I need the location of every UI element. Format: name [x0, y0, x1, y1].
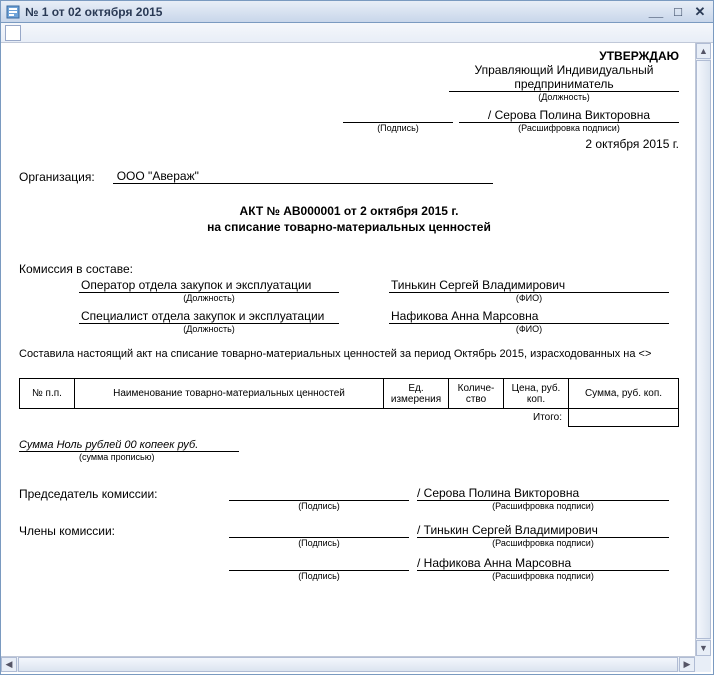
sign-name: / Тинькин Сергей Владимирович	[417, 523, 669, 538]
sign-labels: (Подпись) (Расшифровка подписи)	[19, 501, 679, 511]
th-qty: Количе-ство	[449, 379, 504, 409]
organization-row: Организация: ООО "Авераж"	[19, 169, 679, 184]
app-icon	[5, 4, 21, 20]
table-total-row: Итого:	[20, 409, 679, 427]
total-value	[569, 409, 679, 427]
sign-label: (Подпись)	[229, 501, 409, 511]
commission-member-row: Оператор отдела закупок и эксплуатации Т…	[19, 278, 679, 293]
role-label: (Должность)	[79, 293, 339, 303]
member-role: Оператор отдела закупок и эксплуатации	[79, 278, 339, 293]
vertical-scrollbar[interactable]: ▲ ▼	[695, 43, 711, 656]
scroll-up-icon[interactable]: ▲	[696, 43, 711, 59]
chairman-label: Председатель комиссии:	[19, 487, 189, 501]
commission-member-labels: (Должность) (ФИО)	[19, 324, 679, 334]
sum-words-row: Сумма Ноль рублей 00 копеек руб.	[19, 437, 679, 452]
sign-name: / Серова Полина Викторовна	[417, 486, 669, 501]
sign-label: (Подпись)	[229, 571, 409, 581]
table-header-row: № п.п. Наименование товарно-материальных…	[20, 379, 679, 409]
name-label: (Расшифровка подписи)	[417, 538, 669, 548]
th-sum: Сумма, руб. коп.	[569, 379, 679, 409]
member-name: Нафикова Анна Марсовна	[389, 309, 669, 324]
scroll-thumb-h[interactable]	[18, 657, 678, 672]
body-text: Составила настоящий акт на списание това…	[19, 348, 679, 360]
act-title: АКТ № АВ000001 от 2 октября 2015 г.	[19, 204, 679, 218]
member-role: Специалист отдела закупок и эксплуатации	[79, 309, 339, 324]
th-num: № п.п.	[20, 379, 75, 409]
approve-position-label: (Должность)	[449, 92, 679, 102]
fio-label: (ФИО)	[389, 324, 669, 334]
commission-member-row: Специалист отдела закупок и эксплуатации…	[19, 309, 679, 324]
approve-position: Управляющий Индивидуальный предпринимате…	[449, 63, 679, 92]
sign-labels: (Подпись) (Расшифровка подписи)	[19, 571, 679, 581]
org-label: Организация:	[19, 170, 95, 184]
sum-words-value: Сумма Ноль рублей 00 копеек руб.	[19, 439, 239, 452]
signatures-section: Председатель комиссии: / Серова Полина В…	[19, 486, 679, 581]
document-area: УТВЕРЖДАЮ Управляющий Индивидуальный пре…	[1, 43, 713, 674]
commission-label: Комиссия в составе:	[19, 262, 679, 276]
member-name: Тинькин Сергей Владимирович	[389, 278, 669, 293]
scroll-left-icon[interactable]: ◀	[1, 657, 17, 672]
approve-block: УТВЕРЖДАЮ Управляющий Индивидуальный пре…	[19, 49, 679, 151]
chairman-sign-line: Председатель комиссии: / Серова Полина В…	[19, 486, 679, 501]
th-name: Наименование товарно-материальных ценнос…	[75, 379, 384, 409]
window-frame: № 1 от 02 октября 2015 __ □ ✕ УТВЕРЖДАЮ …	[0, 0, 714, 675]
commission-member-labels: (Должность) (ФИО)	[19, 293, 679, 303]
name-label: (Расшифровка подписи)	[417, 571, 669, 581]
scroll-right-icon[interactable]: ▶	[679, 657, 695, 672]
items-table: № п.п. Наименование товарно-материальных…	[19, 378, 679, 427]
close-button[interactable]: ✕	[691, 4, 709, 20]
name-label: (Расшифровка подписи)	[417, 501, 669, 511]
approve-date: 2 октября 2015 г.	[19, 137, 679, 151]
horizontal-scrollbar[interactable]: ◀ ▶	[1, 656, 695, 672]
member-sign-line: Члены комиссии: / Тинькин Сергей Владими…	[19, 523, 679, 538]
role-label: (Должность)	[79, 324, 339, 334]
th-unit: Ед. измерения	[384, 379, 449, 409]
approve-name-label: (Расшифровка подписи)	[459, 123, 679, 133]
sign-labels: (Подпись) (Расшифровка подписи)	[19, 538, 679, 548]
minimize-button[interactable]: __	[647, 4, 665, 20]
scroll-down-icon[interactable]: ▼	[696, 640, 711, 656]
toolbar-button[interactable]	[5, 25, 21, 41]
toolbar	[1, 23, 713, 43]
th-price: Цена, руб. коп.	[504, 379, 569, 409]
sum-words-label: (сумма прописью)	[19, 452, 679, 462]
member-sign-line: / Нафикова Анна Марсовна	[19, 556, 679, 571]
scroll-corner	[695, 656, 711, 672]
scroll-thumb[interactable]	[696, 60, 711, 639]
approve-sign-field	[343, 108, 453, 123]
approve-title: УТВЕРЖДАЮ	[19, 49, 679, 63]
maximize-button[interactable]: □	[669, 4, 687, 20]
total-label: Итого:	[504, 409, 569, 427]
approve-sign-label: (Подпись)	[343, 123, 453, 133]
org-value: ООО "Авераж"	[113, 169, 493, 184]
sign-name: / Нафикова Анна Марсовна	[417, 556, 669, 571]
titlebar: № 1 от 02 октября 2015 __ □ ✕	[1, 1, 713, 23]
act-subtitle: на списание товарно-материальных ценност…	[19, 220, 679, 234]
approve-name: / Серова Полина Викторовна	[459, 108, 679, 123]
window-title: № 1 от 02 октября 2015	[25, 5, 643, 19]
sign-label: (Подпись)	[229, 538, 409, 548]
fio-label: (ФИО)	[389, 293, 669, 303]
members-label: Члены комиссии:	[19, 524, 189, 538]
